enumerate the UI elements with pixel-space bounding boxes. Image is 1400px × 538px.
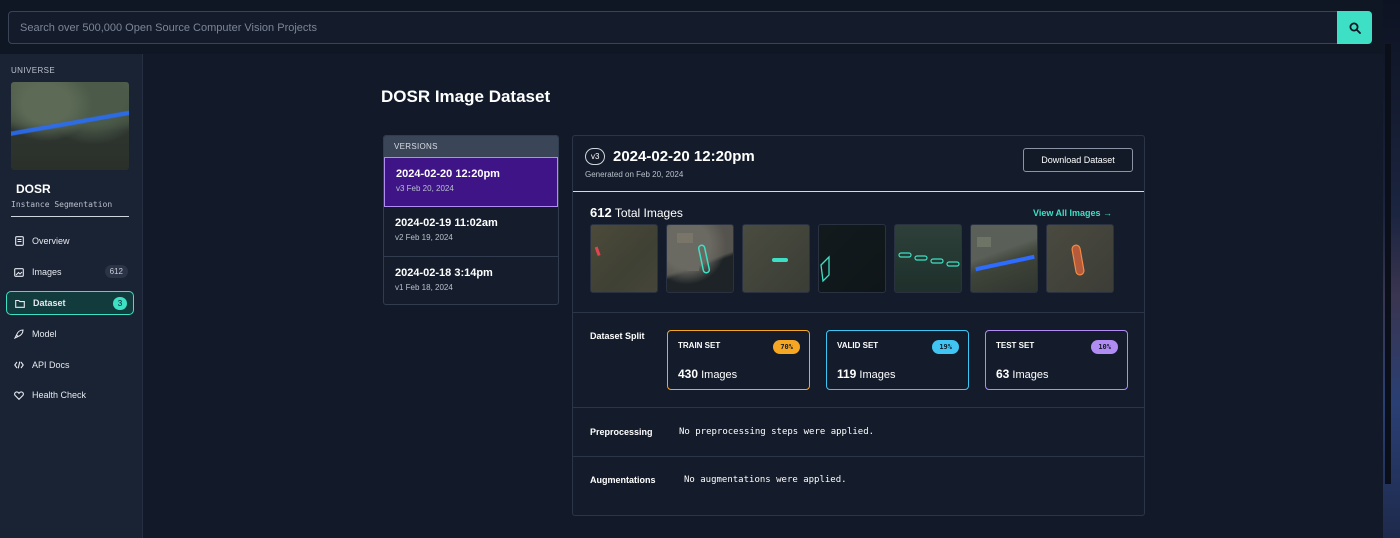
search-icon	[1349, 22, 1361, 34]
version-subtitle: v2 Feb 19, 2024	[395, 233, 453, 242]
scrollbar[interactable]	[1385, 44, 1391, 484]
version-title: 2024-02-19 11:02am	[395, 217, 498, 229]
folder-icon	[15, 298, 25, 308]
dataset-name: DOSR	[16, 182, 51, 196]
rocket-icon	[14, 329, 24, 339]
split-count: 119 Images	[837, 367, 896, 381]
dataset-thumbnail	[11, 82, 129, 170]
divider	[573, 191, 1144, 192]
universe-label[interactable]: UNIVERSE	[11, 66, 55, 75]
image-thumbnail[interactable]	[590, 224, 658, 293]
dataset-split-label: Dataset Split	[590, 331, 645, 341]
search-button[interactable]	[1337, 11, 1372, 44]
image-thumbnail[interactable]	[666, 224, 734, 293]
top-bar	[0, 0, 1400, 54]
split-percent-badge: 19%	[932, 340, 959, 354]
sidebar-item-label: Dataset	[33, 298, 66, 308]
sidebar-item-label: Model	[32, 329, 57, 339]
sidebar-item-overview[interactable]: Overview	[6, 229, 134, 253]
version-detail-card: v3 2024-02-20 12:20pm Generated on Feb 2…	[572, 135, 1145, 516]
train-set-card[interactable]: TRAIN SET 70% 430 Images	[667, 330, 810, 390]
divider	[11, 216, 129, 217]
dataset-type: Instance Segmentation	[11, 200, 113, 209]
sidebar-item-api-docs[interactable]: API Docs	[6, 353, 134, 377]
sidebar-item-dataset[interactable]: Dataset 3	[6, 291, 134, 315]
search-bar	[8, 11, 1372, 44]
split-count-unit: Images	[859, 369, 896, 381]
version-item[interactable]: 2024-02-19 11:02am v2 Feb 19, 2024	[384, 207, 558, 257]
split-count-unit: Images	[1012, 369, 1049, 381]
split-count: 430 Images	[678, 367, 737, 381]
total-images-count: 612	[590, 205, 612, 220]
test-set-card[interactable]: TEST SET 10% 63 Images	[985, 330, 1128, 390]
split-percent-badge: 70%	[773, 340, 800, 354]
divider	[573, 407, 1144, 408]
image-thumbnail[interactable]	[1046, 224, 1114, 293]
version-subtitle: v3 Feb 20, 2024	[396, 184, 454, 193]
page-title: DOSR Image Dataset	[381, 87, 551, 106]
divider	[573, 456, 1144, 457]
images-icon	[14, 267, 24, 277]
sidebar-item-health-check[interactable]: Health Check	[6, 383, 134, 407]
split-count-value: 119	[837, 367, 857, 381]
divider	[573, 312, 1144, 313]
sidebar-item-images[interactable]: Images 612	[6, 260, 134, 284]
sidebar-item-model[interactable]: Model	[6, 322, 134, 346]
version-title: 2024-02-20 12:20pm	[396, 168, 500, 180]
version-item[interactable]: 2024-02-18 3:14pm v1 Feb 18, 2024	[384, 257, 558, 304]
version-detail-title: 2024-02-20 12:20pm	[613, 148, 755, 165]
split-count-value: 63	[996, 367, 1010, 381]
view-all-images-link[interactable]: View All Images →	[1033, 208, 1112, 218]
version-subtitle: v1 Feb 18, 2024	[395, 283, 453, 292]
version-title: 2024-02-18 3:14pm	[395, 267, 493, 279]
sidebar-item-label: API Docs	[32, 360, 70, 370]
heart-pulse-icon	[14, 390, 24, 400]
valid-set-card[interactable]: VALID SET 19% 119 Images	[826, 330, 969, 390]
dataset-count-badge: 3	[113, 297, 127, 310]
split-count: 63 Images	[996, 367, 1049, 381]
download-dataset-button[interactable]: Download Dataset	[1023, 148, 1133, 172]
generated-date: Generated on Feb 20, 2024	[585, 170, 684, 179]
total-images: 612 Total Images	[590, 205, 683, 220]
split-count-unit: Images	[701, 369, 738, 381]
code-icon	[14, 360, 24, 370]
augmentations-value: No augmentations were applied.	[684, 475, 847, 485]
search-input[interactable]	[9, 12, 1337, 43]
image-thumbnail[interactable]	[970, 224, 1038, 293]
preprocessing-label: Preprocessing	[590, 427, 653, 437]
image-thumbnail[interactable]	[894, 224, 962, 293]
document-icon	[14, 236, 24, 246]
sidebar-item-label: Overview	[32, 236, 70, 246]
image-thumbnail[interactable]	[818, 224, 886, 293]
images-count-badge: 612	[104, 265, 128, 278]
version-item[interactable]: 2024-02-20 12:20pm v3 Feb 20, 2024	[384, 157, 558, 207]
preprocessing-value: No preprocessing steps were applied.	[679, 427, 875, 437]
total-images-label: Total Images	[614, 206, 683, 220]
sidebar-item-label: Health Check	[32, 390, 87, 400]
split-count-value: 430	[678, 367, 699, 381]
sidebar-item-label: Images	[32, 267, 62, 277]
version-badge: v3	[585, 148, 606, 165]
augmentations-label: Augmentations	[590, 475, 656, 485]
versions-header: VERSIONS	[384, 136, 558, 157]
versions-list: VERSIONS 2024-02-20 12:20pm v3 Feb 20, 2…	[383, 135, 559, 305]
image-thumbnail[interactable]	[742, 224, 810, 293]
split-percent-badge: 10%	[1091, 340, 1118, 354]
sidebar: UNIVERSE DOSR Instance Segmentation Over…	[0, 54, 143, 538]
